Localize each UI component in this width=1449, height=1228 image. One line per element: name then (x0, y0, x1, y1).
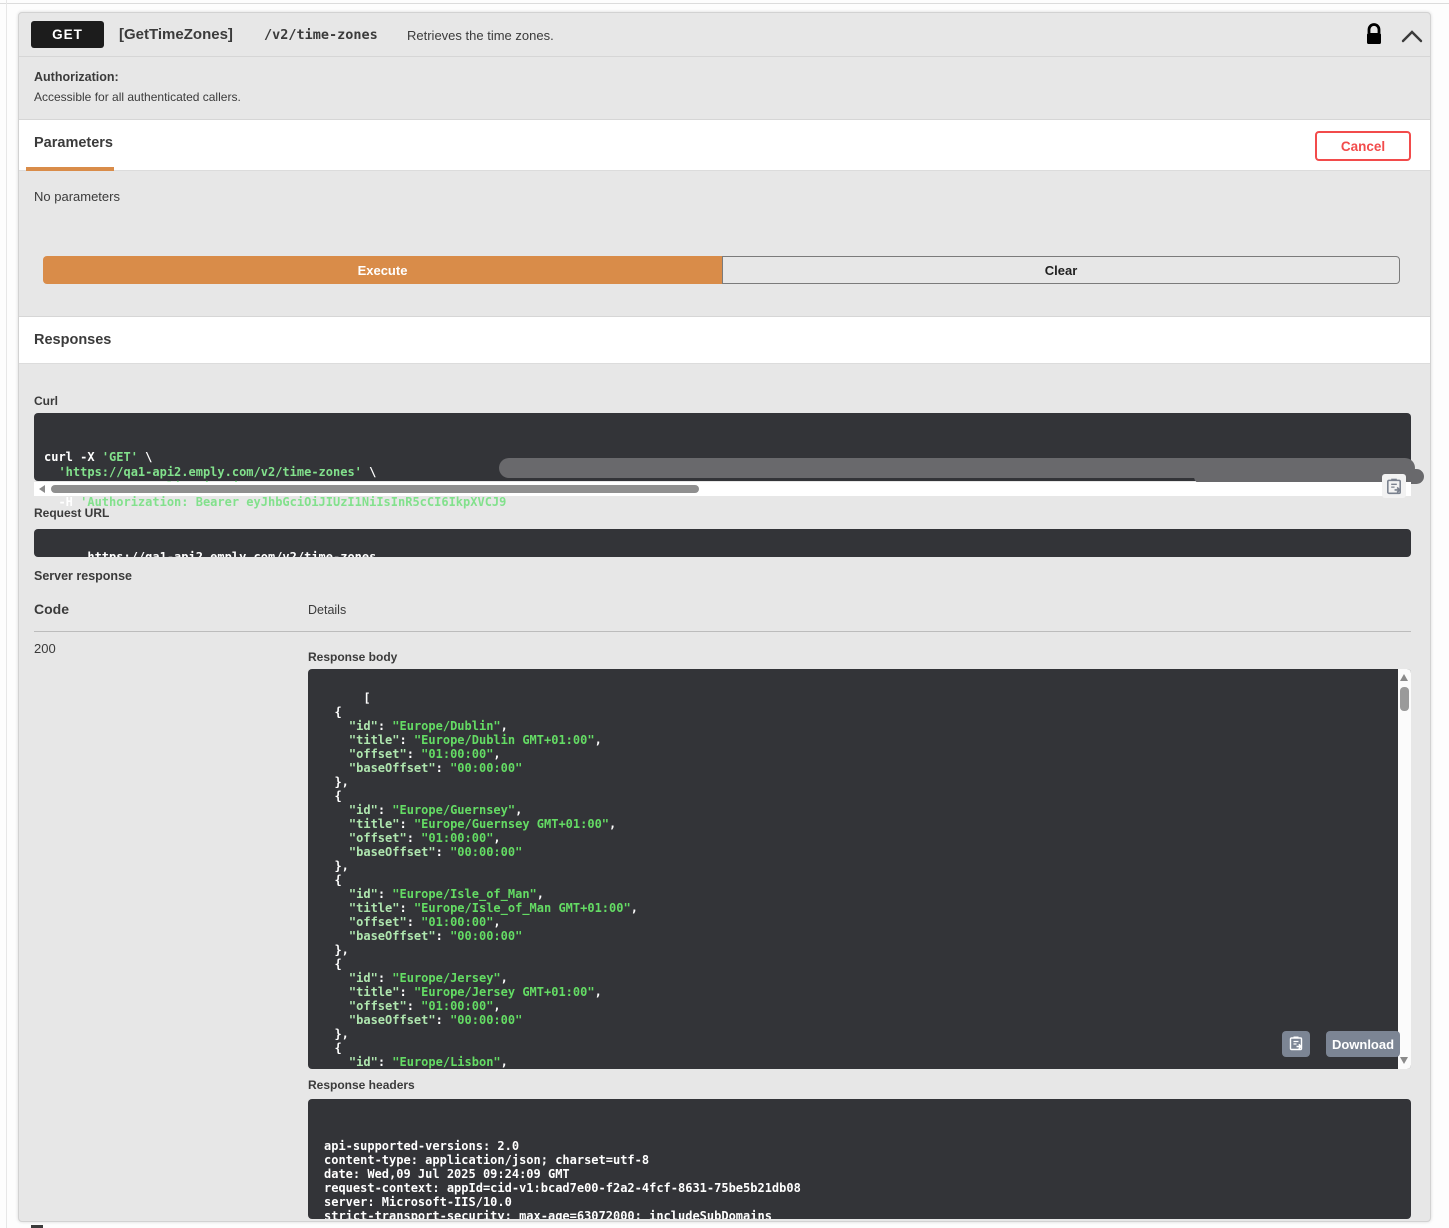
scroll-up-arrow-icon[interactable] (1400, 674, 1408, 681)
endpoint-path[interactable]: /v2/time-zones (264, 27, 378, 43)
clear-button[interactable]: Clear (722, 256, 1400, 284)
response-body-block: [ { "id": "Europe/Dublin", "title": "Eur… (308, 669, 1411, 1069)
lock-icon[interactable] (1364, 23, 1384, 47)
response-headers-list: api-supported-versions: 2.0content-type:… (324, 1139, 1395, 1219)
curl-code-block: curl -X 'GET' \ 'https://qa1-api2.emply.… (34, 413, 1411, 481)
endpoint-description: Retrieves the time zones. (407, 28, 554, 43)
opblock-summary[interactable]: GET [GetTimeZones] /v2/time-zones Retrie… (19, 13, 1430, 57)
parameters-header-row: Parameters Cancel (19, 119, 1430, 171)
request-url-label: Request URL (34, 506, 109, 520)
cancel-button[interactable]: Cancel (1315, 131, 1411, 161)
code-column-header: Code (34, 601, 69, 617)
vertical-scrollbar-thumb[interactable] (1400, 687, 1409, 711)
tab-parameters[interactable]: Parameters (34, 135, 113, 151)
response-headers-block: api-supported-versions: 2.0content-type:… (308, 1099, 1411, 1219)
swagger-page: GET [GetTimeZones] /v2/time-zones Retrie… (0, 0, 1449, 1228)
response-body-json: [ { "id": "Europe/Dublin", "title": "Eur… (320, 691, 638, 1069)
scroll-down-arrow-icon[interactable] (1400, 1057, 1408, 1064)
download-button[interactable]: Download (1326, 1031, 1400, 1057)
top-divider (0, 3, 1449, 4)
responses-header-row: Responses (19, 316, 1430, 364)
curl-label: Curl (34, 394, 58, 408)
responses-title: Responses (34, 332, 111, 348)
left-divider (6, 0, 7, 1228)
status-code: 200 (34, 641, 56, 656)
response-headers-label: Response headers (308, 1078, 415, 1092)
copy-curl-icon[interactable] (1382, 474, 1406, 498)
horizontal-scrollbar-thumb[interactable] (51, 485, 699, 493)
tab-active-underline (26, 167, 114, 171)
response-body-label: Response body (308, 650, 397, 664)
request-url-value: https://qa1-api2.emply.com/v2/time-zones (87, 550, 376, 557)
authorization-label: Authorization: (34, 70, 119, 84)
chevron-up-icon[interactable] (1399, 28, 1425, 44)
table-divider (34, 631, 1411, 632)
details-column-header: Details (308, 603, 346, 617)
scroll-left-arrow-icon[interactable] (39, 485, 45, 493)
response-body-scrollbar[interactable] (1398, 669, 1411, 1069)
http-method-badge: GET (31, 21, 104, 48)
no-parameters-text: No parameters (34, 189, 120, 204)
curl-horizontal-scrollbar[interactable] (34, 482, 1411, 496)
execute-button[interactable]: Execute (43, 256, 722, 284)
server-response-label: Server response (34, 569, 132, 583)
authorization-text: Accessible for all authenticated callers… (34, 90, 241, 104)
operation-id: [GetTimeZones] (119, 26, 233, 43)
request-url-block: https://qa1-api2.emply.com/v2/time-zones (34, 529, 1411, 557)
opblock-get-time-zones: GET [GetTimeZones] /v2/time-zones Retrie… (18, 12, 1431, 1222)
copy-response-icon[interactable] (1282, 1031, 1310, 1057)
